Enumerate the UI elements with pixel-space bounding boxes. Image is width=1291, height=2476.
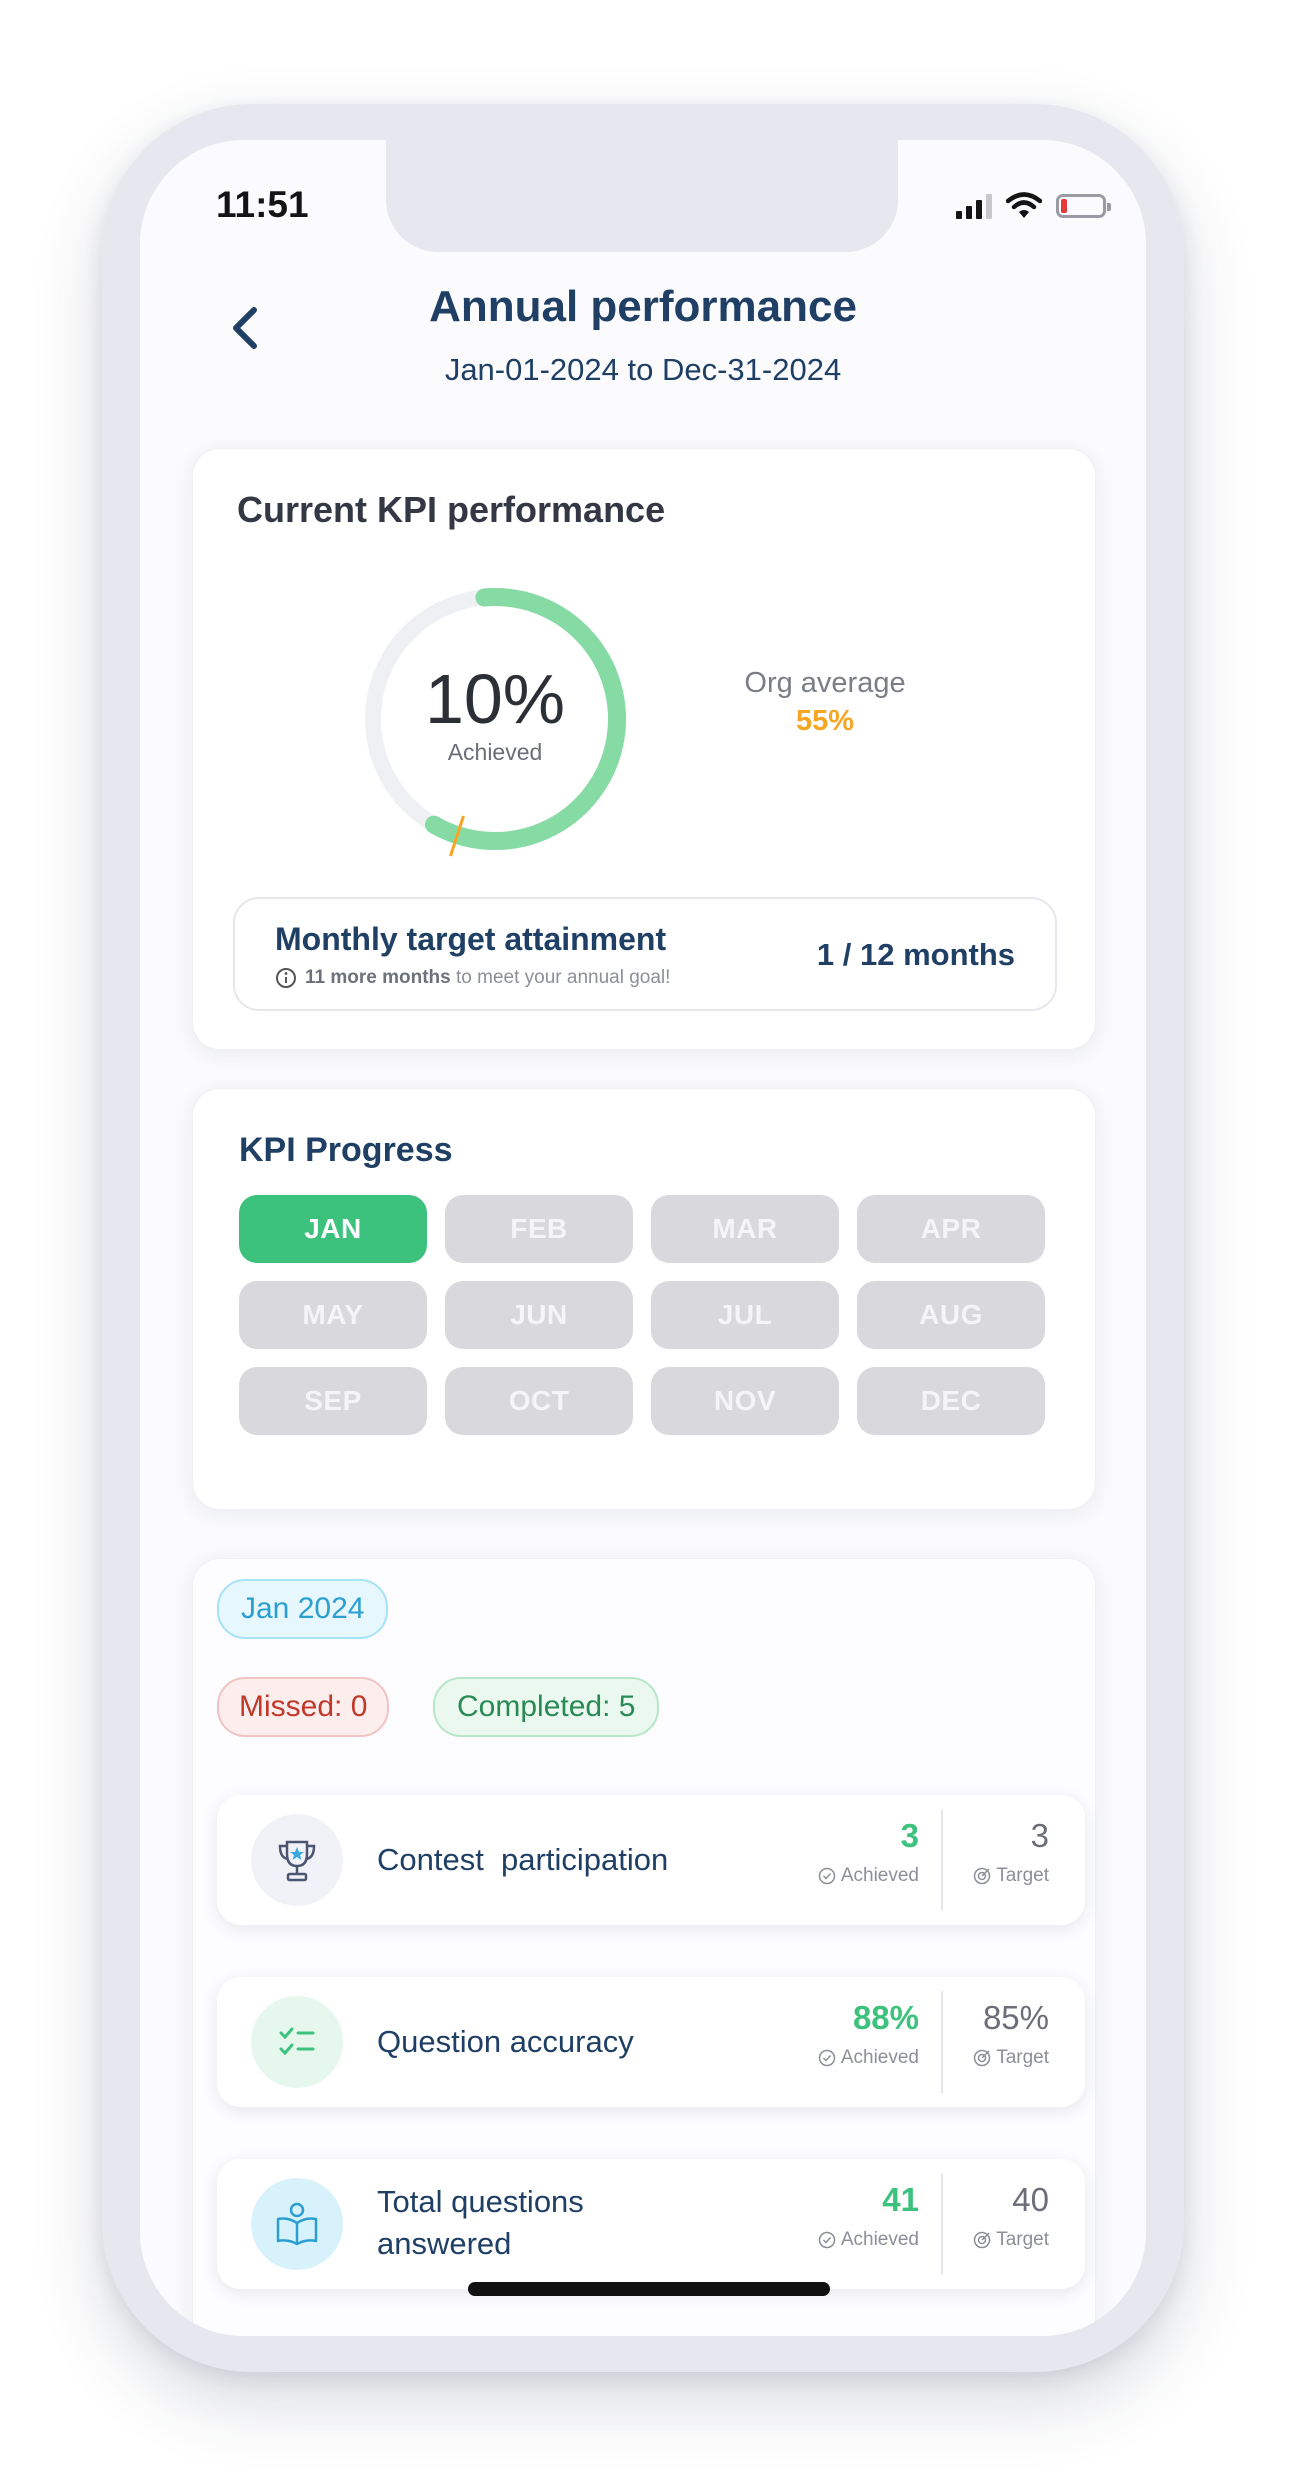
month-oct[interactable]: OCT: [445, 1367, 633, 1435]
org-average-value: 55%: [795, 705, 855, 737]
achieved-caption-text: Achieved: [840, 2229, 919, 2250]
check-circle-icon: [818, 2049, 836, 2067]
month-mar[interactable]: MAR: [651, 1195, 839, 1263]
kpi-progress-heading: KPI Progress: [239, 1131, 453, 1169]
monthly-target-value: 1 / 12 months: [816, 937, 1015, 972]
info-icon: [276, 968, 296, 988]
month-sep[interactable]: SEP: [239, 1367, 427, 1435]
completed-badge: Completed: 5: [433, 1677, 660, 1737]
current-kpi-heading: Current KPI performance: [237, 489, 666, 530]
achieved-label: Achieved: [447, 739, 543, 765]
target-icon: [973, 2231, 991, 2249]
achieved-caption-text: Achieved: [840, 2047, 919, 2068]
achieved-value: 88%: [852, 1999, 919, 2036]
monthly-target-box: Monthly target attainment 11 more months…: [233, 897, 1057, 1011]
wifi-icon: [1006, 192, 1042, 218]
month-pill: Jan 2024: [217, 1579, 389, 1639]
signal-icon: [956, 193, 992, 219]
phone-frame: 11:51 Annual performance Jan-01-2024 to …: [102, 104, 1184, 2372]
home-indicator: [468, 2282, 830, 2296]
achieved-caption-text: Achieved: [840, 1865, 919, 1886]
org-average-label: Org average: [744, 667, 906, 699]
month-grid: JAN FEB MAR APR MAY JUN JUL AUG SEP OCT …: [239, 1195, 1045, 1435]
month-jun[interactable]: JUN: [445, 1281, 633, 1349]
notch: [386, 140, 898, 252]
target-value: 85%: [982, 1999, 1049, 2036]
status-time: 11:51: [216, 184, 309, 225]
check-circle-icon: [818, 1867, 836, 1885]
target-value: 40: [1012, 2181, 1049, 2218]
trophy-icon: [278, 1840, 316, 1882]
note-bold: 11 more months: [305, 967, 451, 988]
month-aug[interactable]: AUG: [857, 1281, 1045, 1349]
row-icon-wrap: [251, 1814, 343, 1906]
status-icons: [956, 192, 1111, 220]
achieved-percent: 10%: [424, 660, 566, 738]
month-jul[interactable]: JUL: [651, 1281, 839, 1349]
target-icon: [973, 2049, 991, 2067]
month-dec[interactable]: DEC: [857, 1367, 1045, 1435]
target-caption-text: Target: [996, 1865, 1049, 1886]
achieved-value: 41: [882, 2181, 919, 2218]
achieved-caption: Achieved: [818, 2229, 919, 2251]
achieved-caption: Achieved: [818, 2047, 919, 2069]
row-label: Contest participation: [377, 1842, 669, 1877]
target-value: 3: [1030, 1817, 1049, 1854]
month-apr[interactable]: APR: [857, 1195, 1045, 1263]
battery-icon: [1056, 194, 1111, 218]
target-icon: [973, 1867, 991, 1885]
month-detail-card: Jan 2024 Missed: 0 Completed: 5 Contest …: [192, 1558, 1096, 2336]
target-caption-text: Target: [996, 2229, 1049, 2250]
month-jan[interactable]: JAN: [239, 1195, 427, 1263]
kpi-progress-card: KPI Progress JAN FEB MAR APR MAY JUN JUL…: [192, 1088, 1096, 1510]
row-icon-wrap: [251, 1996, 343, 2088]
date-range: Jan-01-2024 to Dec-31-2024: [444, 352, 842, 387]
book-reader-icon: [276, 2202, 318, 2246]
achieved-value: 3: [900, 1817, 919, 1854]
monthly-target-title: Monthly target attainment: [275, 921, 667, 957]
monthly-target-note: 11 more months to meet your annual goal!: [275, 967, 670, 989]
row-label: Total questions answered: [377, 2181, 584, 2265]
target-caption: Target: [973, 2229, 1049, 2251]
month-nov[interactable]: NOV: [651, 1367, 839, 1435]
check-circle-icon: [818, 2231, 836, 2249]
target-caption-text: Target: [996, 2047, 1049, 2068]
missed-badge: Missed: 0: [217, 1677, 390, 1737]
page-title: Annual performance: [429, 282, 857, 331]
divider: [941, 1809, 943, 1911]
row-label-line1: Total questions: [377, 2184, 584, 2219]
current-kpi-card: Current KPI performance 10% Achieved Org…: [192, 448, 1096, 1050]
achieved-caption: Achieved: [818, 1865, 919, 1887]
note-rest: to meet your annual goal!: [450, 967, 671, 988]
kpi-row-questions[interactable]: Total questions answered 41 Achieved 40 …: [217, 2159, 1085, 2289]
checklist-icon: [279, 2027, 315, 2056]
target-caption: Target: [973, 2047, 1049, 2069]
row-label: Question accuracy: [377, 2024, 634, 2059]
kpi-row-contest[interactable]: Contest participation 3 Achieved 3 Targe…: [217, 1795, 1085, 1925]
divider: [941, 2173, 943, 2275]
month-may[interactable]: MAY: [239, 1281, 427, 1349]
target-caption: Target: [973, 1865, 1049, 1887]
row-label-line2: answered: [377, 2226, 512, 2261]
app-screen: 11:51 Annual performance Jan-01-2024 to …: [140, 140, 1146, 2336]
divider: [941, 1991, 943, 2093]
month-feb[interactable]: FEB: [445, 1195, 633, 1263]
row-icon-wrap: [251, 2178, 343, 2270]
kpi-row-accuracy[interactable]: Question accuracy 88% Achieved 85% Targe…: [217, 1977, 1085, 2107]
